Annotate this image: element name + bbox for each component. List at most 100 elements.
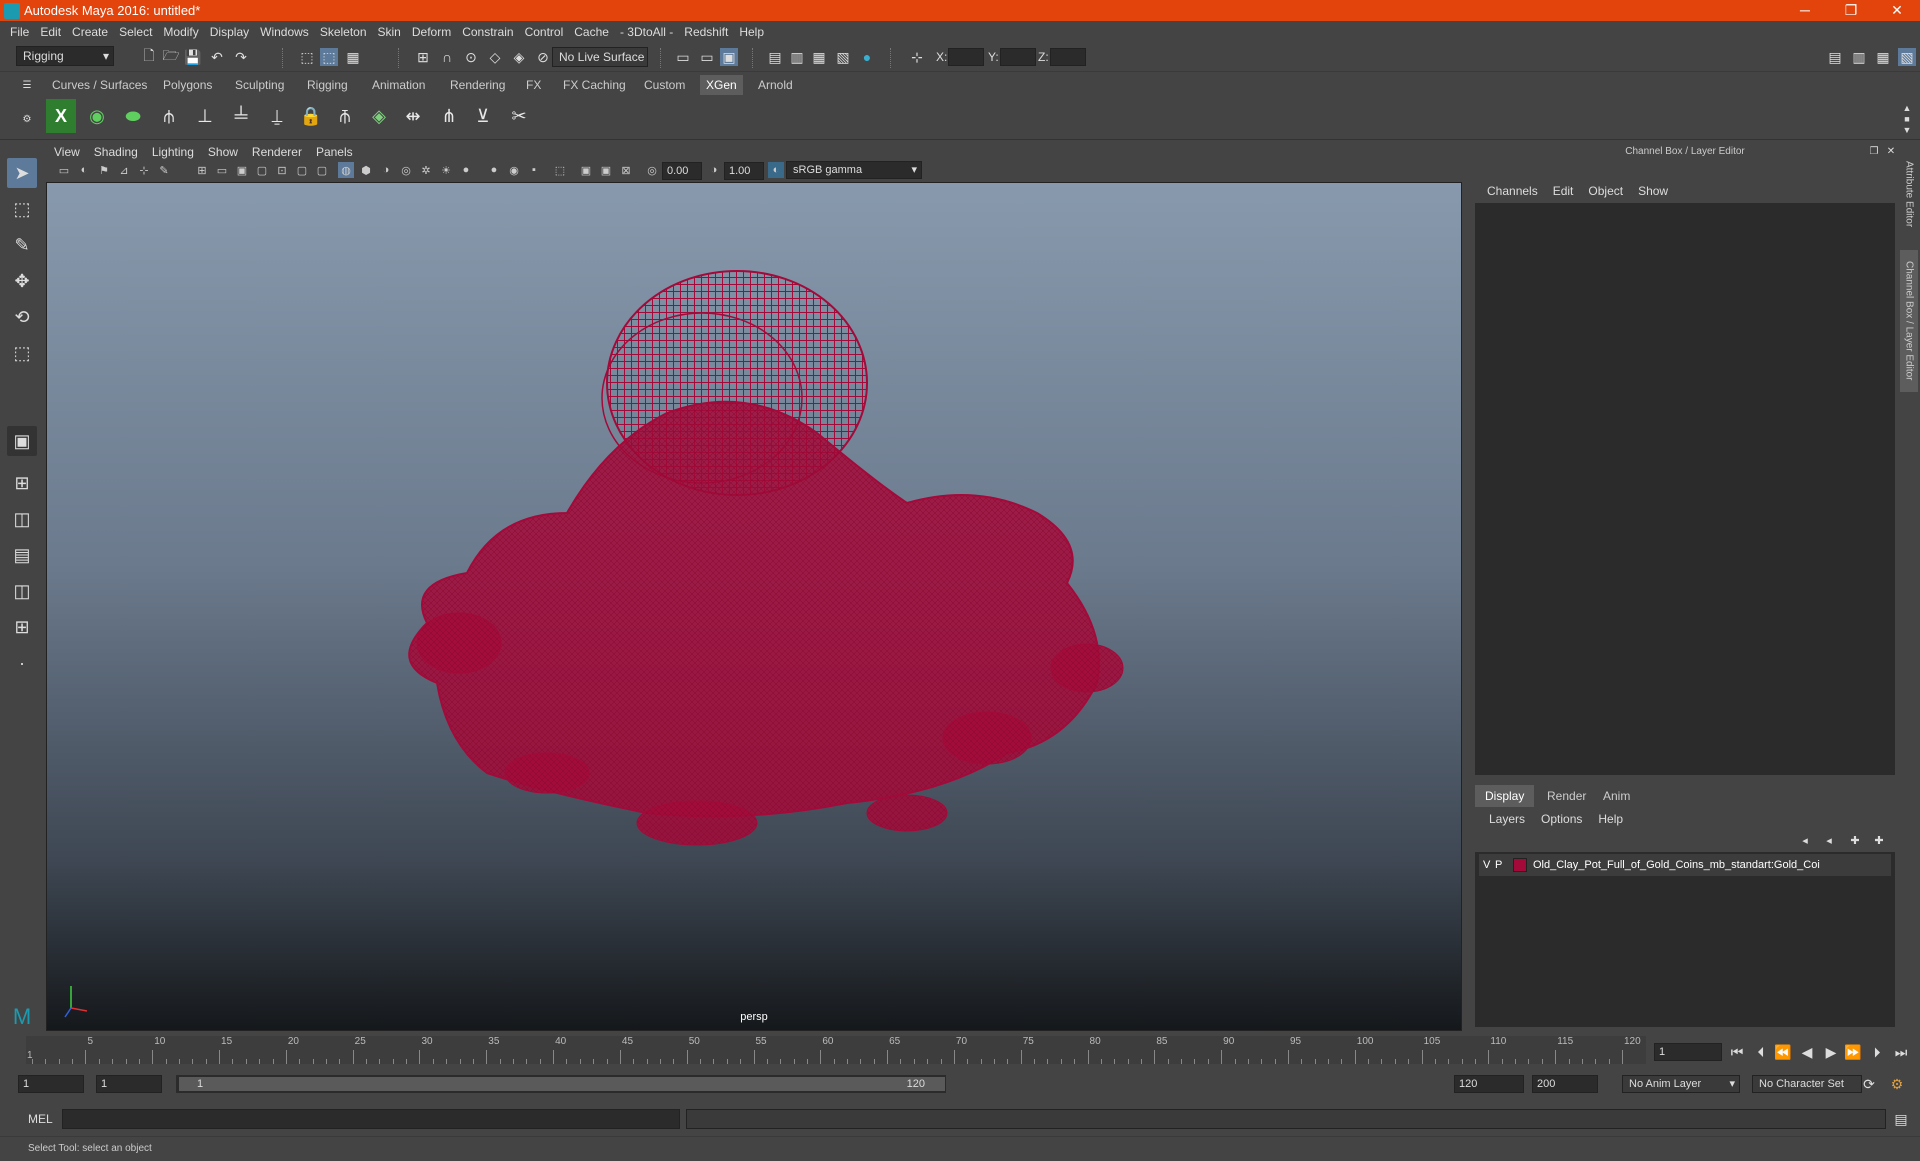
- depth-of-field-icon[interactable]: ▪: [526, 162, 542, 178]
- toggle-attribute-editor-icon[interactable]: ▥: [1850, 48, 1868, 66]
- menu-redshift[interactable]: Redshift: [684, 25, 728, 39]
- step-forward-key-icon[interactable]: ⏵: [1868, 1043, 1886, 1061]
- y-input[interactable]: [1000, 48, 1036, 66]
- color-management-icon[interactable]: ◐: [768, 162, 784, 178]
- menu-control[interactable]: Control: [525, 25, 564, 39]
- undo-icon[interactable]: ↶: [208, 48, 226, 66]
- xgen-sculpt-guide-icon[interactable]: ⍊: [262, 99, 292, 133]
- tab-anim[interactable]: Anim: [1593, 785, 1640, 807]
- tab-render[interactable]: Render: [1537, 785, 1596, 807]
- snap-point-icon[interactable]: ⊙: [462, 48, 480, 66]
- menu-3dtoall[interactable]: - 3DtoAll -: [620, 25, 673, 39]
- xray-icon[interactable]: ▣: [578, 162, 594, 178]
- shelf-scroll-down-icon[interactable]: ▼: [1898, 121, 1916, 139]
- transform-mode-icon[interactable]: ⊹: [908, 48, 926, 66]
- bookmark-icon[interactable]: ⚑: [96, 162, 112, 178]
- render-settings-icon[interactable]: ▧: [834, 48, 852, 66]
- menu-display[interactable]: Display: [210, 25, 249, 39]
- snap-live-icon[interactable]: ⊘: [534, 48, 552, 66]
- menu-constrain[interactable]: Constrain: [462, 25, 513, 39]
- scene-end-input[interactable]: 200: [1532, 1075, 1598, 1093]
- save-scene-icon[interactable]: 💾: [184, 48, 202, 66]
- construction-history-icon[interactable]: ▣: [720, 48, 738, 66]
- open-scene-icon[interactable]: 🗁: [162, 47, 180, 66]
- step-back-key-icon[interactable]: ⏴: [1752, 1043, 1770, 1061]
- close-button[interactable]: ✕: [1874, 0, 1920, 21]
- options-menu[interactable]: Options: [1541, 812, 1582, 826]
- perspective-viewport[interactable]: persp: [46, 182, 1462, 1031]
- grease-pencil-icon[interactable]: ✎: [156, 162, 172, 178]
- toggle-tool-settings-icon[interactable]: ▦: [1874, 48, 1892, 66]
- float-panel-icon[interactable]: ❐: [1865, 142, 1883, 160]
- layout-options-icon[interactable]: ·: [7, 648, 37, 678]
- hypershade-icon[interactable]: ●: [858, 48, 876, 66]
- input-ops-icon[interactable]: ▭: [674, 48, 692, 66]
- shelf-tab-rendering[interactable]: Rendering: [444, 75, 511, 95]
- shelf-tab-rigging[interactable]: Rigging: [301, 75, 354, 95]
- four-pane-icon[interactable]: ⊞: [7, 468, 37, 498]
- snap-curve-icon[interactable]: ∩: [438, 48, 456, 66]
- exposure-input[interactable]: 0.00: [662, 162, 702, 180]
- playback-end-input[interactable]: 120: [1454, 1075, 1524, 1093]
- channel-box-tab[interactable]: Channel Box / Layer Editor: [1900, 250, 1918, 392]
- shelf-tab-polygons[interactable]: Polygons: [157, 75, 218, 95]
- shelf-tab-fx-caching[interactable]: FX Caching: [557, 75, 632, 95]
- camera-attributes-icon[interactable]: ◐: [76, 162, 92, 178]
- anti-aliasing-icon[interactable]: ◉: [506, 162, 522, 178]
- range-slider-handle[interactable]: 1 120: [179, 1077, 945, 1091]
- script-editor-icon[interactable]: ▤: [1892, 1110, 1910, 1128]
- textured-icon[interactable]: ◎: [398, 162, 414, 178]
- snap-surface-icon[interactable]: ◈: [510, 48, 528, 66]
- redo-icon[interactable]: ↷: [232, 48, 250, 66]
- menu-create[interactable]: Create: [72, 25, 108, 39]
- persp-graph-icon[interactable]: ◫: [7, 576, 37, 606]
- viewport-menu-view[interactable]: View: [54, 145, 80, 159]
- live-surface-field[interactable]: No Live Surface: [552, 47, 648, 67]
- gate-mask-icon[interactable]: ▢: [254, 162, 270, 178]
- shelf-menu-icon[interactable]: ☰: [18, 76, 36, 94]
- shelf-tab-custom[interactable]: Custom: [638, 75, 691, 95]
- xgen-lock-guide-icon[interactable]: 🔒: [296, 99, 326, 133]
- move-layer-up-icon[interactable]: ◂: [1796, 831, 1814, 849]
- layer-color-swatch[interactable]: [1513, 858, 1527, 872]
- play-forward-icon[interactable]: ▶: [1822, 1043, 1840, 1061]
- go-to-end-icon[interactable]: ⏭: [1892, 1043, 1910, 1061]
- go-to-start-icon[interactable]: ⏮: [1728, 1043, 1746, 1061]
- two-d-pan-icon[interactable]: ⊹: [136, 162, 152, 178]
- hypershade-layout-icon[interactable]: ⊞: [7, 612, 37, 642]
- object-menu[interactable]: Object: [1588, 184, 1623, 198]
- shelf-tab-animation[interactable]: Animation: [366, 75, 431, 95]
- resolution-gate-icon[interactable]: ▣: [234, 162, 250, 178]
- safe-action-icon[interactable]: ▢: [294, 162, 310, 178]
- show-menu[interactable]: Show: [1638, 184, 1668, 198]
- image-plane-icon[interactable]: ⊿: [116, 162, 132, 178]
- new-scene-icon[interactable]: 🗋: [140, 47, 158, 66]
- ipr-render-icon[interactable]: ▦: [810, 48, 828, 66]
- menu-windows[interactable]: Windows: [260, 25, 309, 39]
- attribute-editor-tab[interactable]: Attribute Editor: [1900, 148, 1918, 240]
- menu-modify[interactable]: Modify: [163, 25, 198, 39]
- shelf-tab-curves-surfaces[interactable]: Curves / Surfaces: [46, 75, 153, 95]
- viewport-menu-show[interactable]: Show: [208, 145, 238, 159]
- viewport-menu-lighting[interactable]: Lighting: [152, 145, 194, 159]
- menu-help[interactable]: Help: [739, 25, 764, 39]
- grid-toggle-icon[interactable]: ⊞: [194, 162, 210, 178]
- xgen-add-guide-icon[interactable]: ╧: [226, 99, 256, 133]
- output-ops-icon[interactable]: ▭: [698, 48, 716, 66]
- two-pane-icon[interactable]: ◫: [7, 504, 37, 534]
- render-view-icon[interactable]: ▤: [766, 48, 784, 66]
- select-tool-icon[interactable]: ➤: [7, 158, 37, 188]
- move-tool-icon[interactable]: ✥: [7, 266, 37, 296]
- xgen-comb-icon[interactable]: ⊻: [468, 99, 498, 133]
- workspace-icon[interactable]: ▤: [1826, 48, 1844, 66]
- playback-start-input[interactable]: 1: [96, 1075, 162, 1093]
- exposure-icon[interactable]: ◎: [644, 162, 660, 178]
- layer-playback-toggle[interactable]: P: [1495, 859, 1513, 871]
- menu-select[interactable]: Select: [119, 25, 152, 39]
- camera-select-icon[interactable]: ▭: [56, 162, 72, 178]
- step-back-frame-icon[interactable]: ⏪: [1774, 1043, 1792, 1061]
- channel-box-area[interactable]: [1475, 203, 1895, 775]
- menu-skin[interactable]: Skin: [378, 25, 401, 39]
- move-layer-down-icon[interactable]: ◂: [1820, 831, 1838, 849]
- lasso-tool-icon[interactable]: ⬚: [7, 194, 37, 224]
